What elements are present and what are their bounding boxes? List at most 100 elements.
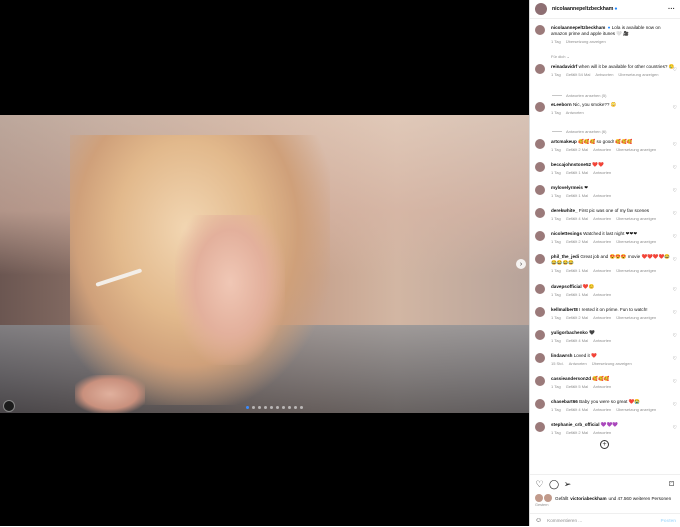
comment-heart-icon[interactable]: ♡ [673, 105, 677, 112]
translate-link[interactable]: Übersetzung anzeigen [616, 268, 656, 273]
commenter-avatar[interactable] [535, 102, 545, 112]
reply-link[interactable]: Antworten [569, 361, 587, 366]
reply-link[interactable]: Antworten [593, 239, 611, 244]
comment-likes[interactable]: Gefällt 2 Mal [566, 430, 588, 435]
reply-link[interactable]: Antworten [593, 338, 611, 343]
comment-likes[interactable]: Gefällt 1 Mal [566, 193, 588, 198]
comment-likes[interactable]: Gefällt 2 Mal [566, 239, 588, 244]
translate-link[interactable]: Übersetzung anzeigen [618, 72, 658, 77]
paper-plane-icon[interactable]: ➢ [563, 480, 572, 489]
comment-username[interactable]: nicolettesings [551, 231, 582, 236]
translate-link[interactable]: Übersetzung anzeigen [616, 216, 656, 221]
author-username[interactable]: nicolaannepeltzbeckham [552, 6, 613, 12]
reply-link[interactable]: Antworten [593, 430, 611, 435]
comment-likes[interactable]: Gefällt 5 Mal [566, 384, 588, 389]
smiley-icon[interactable]: ☺ [535, 517, 542, 524]
comment-username[interactable]: eLeeborn [551, 102, 572, 107]
comment-heart-icon[interactable]: ♡ [673, 257, 677, 264]
comment-likes[interactable]: Gefällt 1 Mal [566, 292, 588, 297]
comment-likes[interactable]: Gefällt 1 Mal [566, 170, 588, 175]
comment-username[interactable]: davepsofficial [551, 284, 582, 289]
comment-likes[interactable]: Gefällt 2 Mal [566, 147, 588, 152]
reply-link[interactable]: Antworten [593, 216, 611, 221]
comment-heart-icon[interactable]: ♡ [673, 165, 677, 172]
reply-link[interactable]: Antworten [595, 72, 613, 77]
load-more-plus-icon[interactable]: + [600, 440, 609, 449]
bookmark-icon[interactable]: ⌑ [667, 480, 676, 489]
comment-likes[interactable]: Gefällt 1 Mal [566, 268, 588, 273]
comment-heart-icon[interactable]: ♡ [673, 333, 677, 340]
likes-user[interactable]: victoriabeckham [570, 496, 606, 501]
translate-link[interactable]: Übersetzung anzeigen [616, 147, 656, 152]
comment-heart-icon[interactable]: ♡ [673, 310, 677, 317]
comment-likes[interactable]: Gefällt 4 Mal [566, 407, 588, 412]
view-replies-link[interactable]: Antworten ansehen (6) [552, 129, 606, 134]
commenter-avatar[interactable] [535, 307, 545, 317]
comment-likes[interactable]: Gefällt 4 Mal [566, 216, 588, 221]
comment-heart-icon[interactable]: ♡ [673, 379, 677, 386]
translate-link[interactable]: Übersetzung anzeigen [566, 39, 606, 44]
heart-icon[interactable]: ♡ [535, 480, 544, 489]
comment-heart-icon[interactable]: ♡ [673, 188, 677, 195]
reply-link[interactable]: Antworten [593, 384, 611, 389]
commenter-avatar[interactable] [535, 231, 545, 241]
comment-username[interactable]: chasebart66 [551, 399, 578, 404]
comment-likes[interactable]: Gefällt 54 Mal [566, 72, 591, 77]
comment-heart-icon[interactable]: ♡ [673, 234, 677, 241]
reply-link[interactable]: Antworten [566, 110, 584, 115]
comment-username[interactable]: cassieanderson2d [551, 376, 591, 381]
comment-heart-icon[interactable]: ♡ [673, 287, 677, 294]
comment-heart-icon[interactable]: ♡ [673, 356, 677, 363]
comment-icon[interactable]: ◯ [549, 480, 559, 489]
comment-heart-icon[interactable]: ♡ [673, 425, 677, 432]
view-replies-link[interactable]: Antworten ansehen (5) [552, 93, 606, 98]
reply-link[interactable]: Antworten [593, 268, 611, 273]
comment-likes[interactable]: Gefällt 2 Mal [566, 315, 588, 320]
reply-link[interactable]: Antworten [593, 147, 611, 152]
comment-likes[interactable]: Gefällt 4 Mal [566, 338, 588, 343]
commenter-avatar[interactable] [535, 208, 545, 218]
comment-username[interactable]: derekwhite_ [551, 208, 578, 213]
comment-heart-icon[interactable]: ♡ [673, 142, 677, 149]
next-slide-chevron-icon[interactable]: › [516, 259, 526, 269]
author-avatar[interactable] [535, 3, 547, 15]
translate-link[interactable]: Übersetzung anzeigen [616, 315, 656, 320]
comment-username[interactable]: yuligorbachenko [551, 330, 588, 335]
reply-link[interactable]: Antworten [593, 292, 611, 297]
comment-heart-icon[interactable]: ♡ [673, 211, 677, 218]
comment-username[interactable]: beccajohnstone52 [551, 162, 591, 167]
translate-link[interactable]: Übersetzung anzeigen [592, 361, 632, 366]
commenter-avatar[interactable] [535, 254, 545, 264]
reply-link[interactable]: Antworten [593, 315, 611, 320]
reply-link[interactable]: Antworten [593, 407, 611, 412]
commenter-avatar[interactable] [535, 422, 545, 432]
comments-list[interactable]: nicolaannepeltzbeckham ● Lola is availab… [530, 19, 680, 474]
caption-username[interactable]: nicolaannepeltzbeckham [551, 25, 605, 30]
tagged-user-icon[interactable] [3, 400, 15, 412]
comment-username[interactable]: lindawrsh [551, 353, 572, 358]
for-you-filter[interactable]: Für dich ⌄ [551, 54, 570, 59]
translate-link[interactable]: Übersetzung anzeigen [616, 239, 656, 244]
comment-username[interactable]: mylovelyrmeis [551, 185, 583, 190]
comment-username[interactable]: stephanie_crb_official [551, 422, 600, 427]
commenter-avatar[interactable] [535, 64, 545, 74]
commenter-avatar[interactable] [535, 139, 545, 149]
commenter-avatar[interactable] [535, 353, 545, 363]
commenter-avatar[interactable] [535, 376, 545, 386]
comment-username[interactable]: phil_the_jedi [551, 254, 579, 259]
more-options-icon[interactable]: ··· [668, 6, 675, 13]
reply-link[interactable]: Antworten [593, 170, 611, 175]
comment-heart-icon[interactable]: ♡ [673, 67, 677, 74]
reply-link[interactable]: Antworten [593, 193, 611, 198]
comment-username[interactable]: kellmalbert8 [551, 307, 578, 312]
commenter-avatar[interactable] [535, 399, 545, 409]
commenter-avatar[interactable] [535, 284, 545, 294]
commenter-avatar[interactable] [535, 185, 545, 195]
comment-username[interactable]: reinadavidrf [551, 64, 577, 69]
comment-heart-icon[interactable]: ♡ [673, 402, 677, 409]
comment-input[interactable]: Kommentieren ... [547, 518, 582, 523]
commenter-avatar[interactable] [535, 162, 545, 172]
post-photo[interactable] [0, 115, 529, 413]
post-comment-button[interactable]: Posten [661, 518, 676, 523]
commenter-avatar[interactable] [535, 330, 545, 340]
